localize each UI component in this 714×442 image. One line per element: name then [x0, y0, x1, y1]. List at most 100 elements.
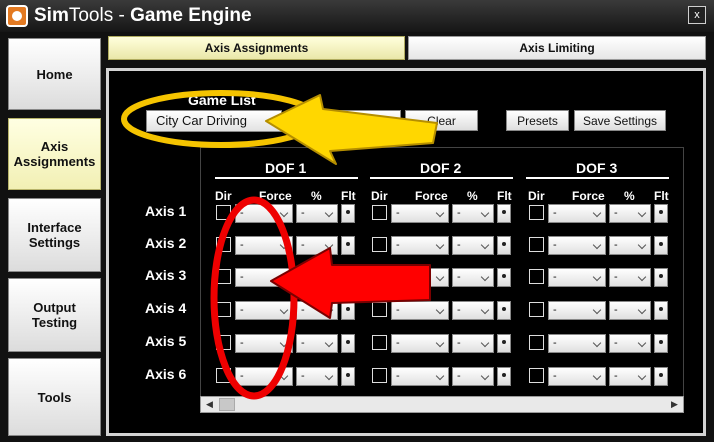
filter-button[interactable] — [497, 334, 511, 353]
dir-checkbox[interactable] — [529, 335, 544, 350]
scroll-right-icon[interactable]: ▶ — [666, 397, 683, 412]
filter-button[interactable] — [341, 301, 355, 320]
dir-checkbox[interactable] — [216, 205, 231, 220]
dof2-label: DOF 2 — [420, 160, 462, 176]
dir-checkbox[interactable] — [529, 302, 544, 317]
dir-checkbox[interactable] — [372, 368, 387, 383]
filter-button[interactable] — [654, 301, 668, 320]
sidebar-item-home[interactable]: Home — [8, 38, 101, 110]
horizontal-scrollbar[interactable]: ◀ ▶ — [200, 396, 684, 413]
percent-select[interactable]: - — [609, 301, 651, 320]
percent-select[interactable]: - — [452, 236, 494, 255]
force-select[interactable]: - — [391, 204, 449, 223]
filter-button[interactable] — [654, 204, 668, 223]
dir-checkbox[interactable] — [216, 368, 231, 383]
scroll-thumb[interactable] — [219, 398, 235, 411]
dir-checkbox[interactable] — [372, 205, 387, 220]
dir-checkbox[interactable] — [216, 335, 231, 350]
filter-button[interactable] — [654, 334, 668, 353]
percent-header: % — [624, 189, 635, 203]
filter-button[interactable] — [341, 268, 355, 287]
sidebar-item-interface-settings[interactable]: Interface Settings — [8, 198, 101, 272]
dir-checkbox[interactable] — [372, 237, 387, 252]
axis-row-label: Axis 4 — [145, 300, 187, 316]
percent-select[interactable]: - — [452, 334, 494, 353]
force-select[interactable]: - — [548, 367, 606, 386]
dir-checkbox[interactable] — [216, 269, 231, 284]
percent-select[interactable]: - — [452, 301, 494, 320]
force-select[interactable]: - — [548, 236, 606, 255]
force-select[interactable]: - — [391, 367, 449, 386]
percent-select[interactable]: - — [296, 367, 338, 386]
dir-checkbox[interactable] — [372, 269, 387, 284]
percent-select[interactable]: - — [452, 268, 494, 287]
tab-axis-assignments[interactable]: Axis Assignments — [108, 36, 405, 60]
simtools-window: SimTools - Game Engine x Home Axis Assig… — [0, 0, 714, 442]
force-select[interactable]: - — [235, 367, 293, 386]
filter-button[interactable] — [341, 367, 355, 386]
save-settings-button[interactable]: Save Settings — [574, 110, 666, 131]
force-select[interactable]: - — [548, 301, 606, 320]
filter-button[interactable] — [497, 301, 511, 320]
presets-button[interactable]: Presets — [506, 110, 569, 131]
dir-checkbox[interactable] — [372, 302, 387, 317]
force-select[interactable]: - — [235, 204, 293, 223]
percent-select[interactable]: - — [452, 367, 494, 386]
dir-checkbox[interactable] — [529, 237, 544, 252]
force-select[interactable]: - — [235, 268, 293, 287]
close-button[interactable]: x — [688, 6, 706, 24]
percent-select[interactable]: - — [609, 367, 651, 386]
percent-select[interactable]: - — [609, 268, 651, 287]
filter-button[interactable] — [497, 204, 511, 223]
dir-checkbox[interactable] — [529, 269, 544, 284]
force-select[interactable]: - — [548, 334, 606, 353]
percent-select[interactable]: - — [452, 204, 494, 223]
sidebar-item-axis-assignments[interactable]: Axis Assignments — [8, 118, 101, 190]
filter-button[interactable] — [341, 204, 355, 223]
dir-header: Dir — [215, 189, 232, 203]
percent-select[interactable]: - — [296, 301, 338, 320]
percent-select[interactable]: - — [296, 204, 338, 223]
force-select[interactable]: - — [235, 301, 293, 320]
percent-select[interactable]: - — [296, 334, 338, 353]
filter-button[interactable] — [497, 367, 511, 386]
filter-button[interactable] — [654, 236, 668, 255]
sidebar-item-tools[interactable]: Tools — [8, 358, 101, 436]
force-select[interactable]: - — [548, 204, 606, 223]
force-select[interactable]: - — [235, 334, 293, 353]
percent-select[interactable]: - — [609, 334, 651, 353]
scroll-left-icon[interactable]: ◀ — [201, 397, 218, 412]
percent-select[interactable]: - — [609, 236, 651, 255]
dir-checkbox[interactable] — [529, 205, 544, 220]
filter-button[interactable] — [497, 268, 511, 287]
filter-button[interactable] — [654, 268, 668, 287]
percent-select[interactable]: - — [296, 268, 338, 287]
force-select[interactable]: - — [391, 301, 449, 320]
game-list-select[interactable]: City Car Driving — [146, 110, 282, 132]
axis-row-label: Axis 5 — [145, 333, 187, 349]
force-header: Force — [259, 189, 292, 203]
force-select[interactable]: - — [548, 268, 606, 287]
force-select[interactable]: - — [391, 236, 449, 255]
dir-checkbox[interactable] — [216, 302, 231, 317]
force-header: Force — [415, 189, 448, 203]
percent-select[interactable]: - — [296, 236, 338, 255]
filter-button[interactable] — [341, 236, 355, 255]
force-select[interactable]: - — [235, 236, 293, 255]
filter-button[interactable] — [341, 334, 355, 353]
force-select[interactable]: - — [391, 268, 449, 287]
filter-button[interactable] — [497, 236, 511, 255]
clear-button[interactable]: Clear — [405, 110, 478, 131]
dir-header: Dir — [528, 189, 545, 203]
dof3-label: DOF 3 — [576, 160, 618, 176]
axis-row-label: Axis 2 — [145, 235, 187, 251]
default-button[interactable]: Default — [333, 110, 401, 131]
dir-checkbox[interactable] — [216, 237, 231, 252]
dir-checkbox[interactable] — [372, 335, 387, 350]
force-select[interactable]: - — [391, 334, 449, 353]
tab-axis-limiting[interactable]: Axis Limiting — [408, 36, 706, 60]
percent-select[interactable]: - — [609, 204, 651, 223]
dir-checkbox[interactable] — [529, 368, 544, 383]
filter-button[interactable] — [654, 367, 668, 386]
sidebar-item-output-testing[interactable]: Output Testing — [8, 278, 101, 352]
